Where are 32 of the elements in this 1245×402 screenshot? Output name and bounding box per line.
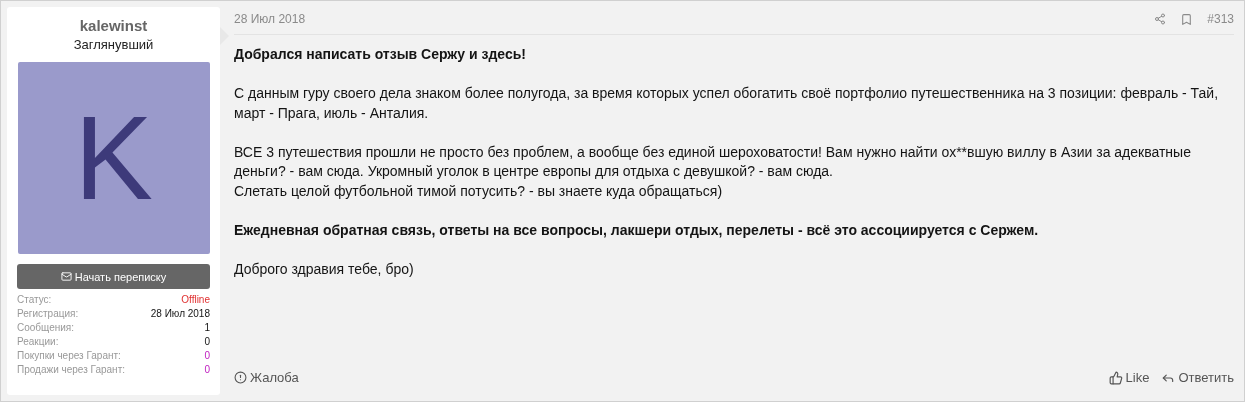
user-title: Заглянувший xyxy=(73,37,154,52)
like-link[interactable]: Like xyxy=(1108,370,1150,385)
stat-value: 0 xyxy=(204,349,210,361)
start-conversation-button[interactable]: Начать переписку xyxy=(17,264,210,289)
post-text: Слетать целой футбольной тимой потусить? - вы знаете куда обращаться) xyxy=(234,181,724,201)
alert-icon xyxy=(234,371,247,384)
stat-value: 0 xyxy=(204,335,210,347)
report-link[interactable]: Жалоба xyxy=(234,370,299,385)
stat-label: Статус: xyxy=(17,293,52,305)
mail-icon xyxy=(60,271,72,282)
stat-value: Offline xyxy=(181,293,210,305)
bookmark-icon[interactable] xyxy=(1180,12,1194,26)
stat-label: Регистрация: xyxy=(17,307,79,319)
stat-value: 0 xyxy=(204,363,210,375)
stat-label: Продажи через Гарант: xyxy=(17,363,125,375)
post-text: Добрался написать отзыв Сержу и здесь! xyxy=(234,45,527,64)
thumbs-up-icon xyxy=(1108,370,1123,385)
post-text: С данным гуру своего дела знаком более полугода, за время которых успел обогатить своё портфолио путешественника на 3 позиции: февраль - Тай, март - Прага, июль - Анталия. xyxy=(234,84,1220,123)
post-text: Ежедневная обратная связь, ответы на все вопросы, лакшери отдых, перелеты - всё это ассоциируется с Сержем. xyxy=(234,220,1040,240)
share-icon[interactable] xyxy=(1154,13,1167,25)
post-text: Доброго здравия тебе, бро) xyxy=(234,259,415,279)
post-date[interactable]: 28 Июл 2018 xyxy=(234,12,306,26)
stat-label: Реакции: xyxy=(17,335,59,347)
stat-value: 1 xyxy=(204,321,210,333)
stat-value: 28 Июл 2018 xyxy=(150,307,210,319)
reply-link[interactable]: Ответить xyxy=(1161,370,1234,385)
username[interactable]: kalewinst xyxy=(79,17,148,34)
avatar[interactable]: K xyxy=(17,62,210,254)
stat-label: Покупки через Гарант: xyxy=(17,349,121,361)
post-number[interactable]: #313 xyxy=(1207,12,1234,26)
post-text: ВСЕ 3 путешествия прошли не просто без проблем, а вообще без единой шероховатости! Вам нужно найти ох**вшую виллу в Азии за адекватные деньги? - вам сюда. Укромный уголок в центре европы для отдыха с девушкой? - вам сюда. xyxy=(234,142,1192,181)
stat-label: Сообщения: xyxy=(17,321,75,333)
